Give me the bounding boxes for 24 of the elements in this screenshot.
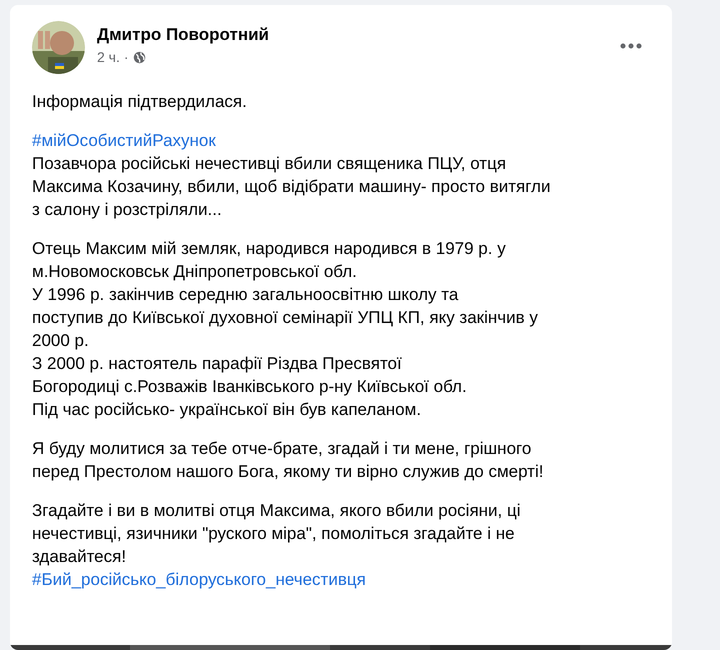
hashtag-link[interactable]: #мійОсобистийРахунок [32, 129, 216, 152]
post-text-line: Я буду молитися за тебе отче-брате, згадай і ти мене, грішного [32, 438, 532, 460]
hashtag-link[interactable]: #Бий_російсько_білоруського_нечестивця [32, 568, 366, 591]
post-text-line: Під час російсько- української він був капеланом. [32, 399, 422, 421]
post-text-line: З 2000 р. настоятель парафії Різдва Пресвятої [32, 353, 403, 375]
post-text-line: перед Престолом нашого Бога, якому ти вірно служив до смерті! [32, 461, 544, 483]
more-options-icon[interactable] [620, 43, 642, 49]
author-name[interactable]: Дмитро Поворотний [97, 25, 608, 45]
post-text-line: Згадайте і ви в молитві отця Максима, якого вбили росіяни, ці [32, 500, 522, 522]
post-text-line: поступив до Київської духовної семінарії УПЦ КП, яку закінчив у [32, 307, 539, 329]
globe-icon [132, 50, 146, 64]
post-text-line: Богородиці с.Розважів Іванківського р-ну Київської обл. [32, 376, 468, 398]
post-text-line: Отець Максим мій земляк, народився народився в 1979 р. у [32, 238, 507, 260]
post-text-line: нечестивці, язичники "руского міра", помоліться згадайте і не [32, 523, 516, 545]
post-time[interactable]: 2 ч. [97, 49, 120, 65]
post-text-line: Позавчора російські нечестивці вбили священика ПЦУ, отця [32, 153, 508, 175]
post-text-line: Максима Козачину, вбили, щоб відібрати машину- просто витягли [32, 176, 552, 198]
separator-dot: · [124, 49, 129, 65]
post-text-line: Інформація підтвердилася. [32, 91, 248, 113]
post-text-line: У 1996 р. закінчив середню загальноосвітню школу та [32, 284, 460, 306]
post-text-line: з салону і розстріляли... [32, 199, 223, 221]
post-text-line: 2000 р. [32, 330, 90, 352]
post-text-line: м.Новомосковськ Дніпропетровської обл. [32, 261, 358, 283]
post-text-line: здавайтеся! [32, 546, 128, 568]
